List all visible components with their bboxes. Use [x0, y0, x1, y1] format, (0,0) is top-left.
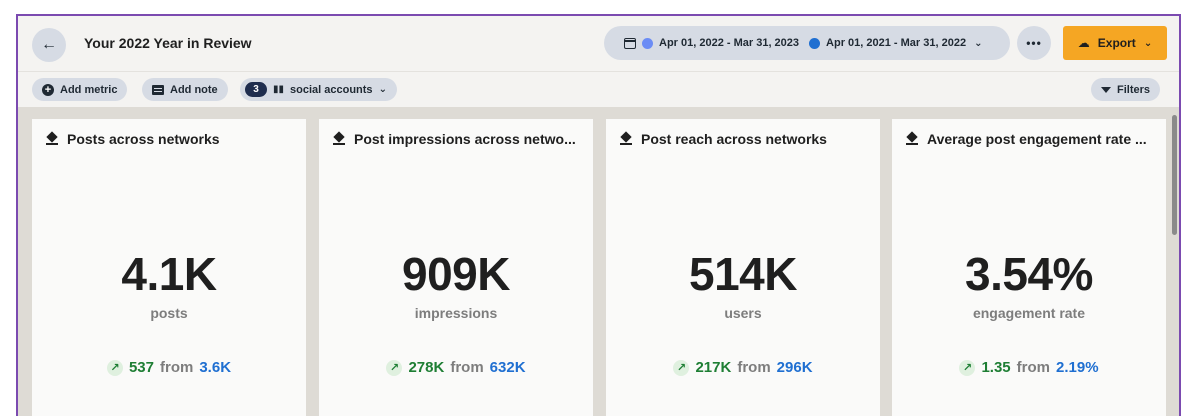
add-note-button[interactable]: Add note	[142, 78, 228, 101]
delta-from-label: from	[737, 359, 771, 376]
bar-chart-icon: ▮▮	[273, 84, 285, 95]
metric-value: 3.54%	[965, 248, 1093, 300]
previous-value: 296K	[776, 359, 813, 376]
delta-from-label: from	[450, 359, 484, 376]
comparison-date-range: Apr 01, 2021 - Mar 31, 2022	[826, 37, 967, 49]
filters-button[interactable]: Filters	[1091, 78, 1161, 101]
trend-up-icon: ↗	[386, 359, 403, 376]
social-accounts-label: social accounts	[290, 83, 373, 96]
metric-card-reach[interactable]: Post reach across networks 514K users ↗ …	[606, 119, 880, 416]
chevron-down-icon: ⌄	[974, 37, 983, 49]
layers-icon	[333, 133, 346, 146]
report-frame: ← Your 2022 Year in Review Apr 01, 2022 …	[16, 14, 1181, 416]
delta-from-label: from	[1016, 359, 1050, 376]
previous-value: 3.6K	[199, 359, 232, 376]
metric-delta: ↗ 537 from 3.6K	[32, 359, 306, 376]
metric-unit: impressions	[414, 305, 498, 321]
metric-card-posts[interactable]: Posts across networks 4.1K posts ↗ 537 f…	[32, 119, 306, 416]
metric-card-engagement[interactable]: Average post engagement rate ... 3.54% e…	[892, 119, 1166, 416]
comparison-range-dot	[809, 37, 821, 49]
account-count-badge: 3	[245, 82, 267, 97]
chevron-down-icon: ⌄	[378, 84, 387, 95]
layers-icon	[46, 133, 59, 146]
metric-unit: posts	[150, 305, 188, 321]
more-options-button[interactable]: •••	[1017, 26, 1051, 60]
export-button[interactable]: ☁ Export ⌄	[1063, 26, 1167, 60]
add-metric-label: Add metric	[60, 83, 118, 96]
back-button[interactable]: ←	[32, 28, 66, 62]
delta-value: 537	[128, 359, 154, 376]
trend-up-icon: ↗	[673, 359, 690, 376]
card-title: Average post engagement rate ...	[927, 131, 1147, 147]
metric-card-impressions[interactable]: Post impressions across netwo... 909K im…	[319, 119, 593, 416]
export-label: Export	[1097, 36, 1136, 50]
card-title: Post reach across networks	[641, 131, 827, 147]
primary-range-dot	[642, 37, 653, 49]
previous-value: 2.19%	[1056, 359, 1099, 376]
metric-unit: users	[724, 305, 762, 321]
chevron-down-icon: ⌄	[1143, 37, 1153, 49]
scrollbar-thumb[interactable]	[1172, 115, 1177, 235]
delta-value: 217K	[695, 359, 732, 376]
report-toolbar: + Add metric Add note 3 ▮▮ social accoun…	[18, 73, 1179, 107]
cloud-upload-icon: ☁	[1077, 36, 1090, 50]
trend-up-icon: ↗	[106, 359, 123, 376]
delta-value: 278K	[408, 359, 445, 376]
primary-date-range: Apr 01, 2022 - Mar 31, 2023	[659, 37, 800, 49]
trend-up-icon: ↗	[959, 359, 976, 376]
plus-circle-icon: +	[42, 83, 54, 96]
filters-label: Filters	[1117, 83, 1151, 96]
layers-icon	[620, 133, 633, 146]
card-title: Posts across networks	[67, 131, 220, 147]
metric-value: 909K	[402, 248, 510, 300]
calendar-icon	[624, 37, 636, 49]
metric-value: 4.1K	[121, 248, 217, 300]
report-header: ← Your 2022 Year in Review Apr 01, 2022 …	[18, 16, 1179, 72]
date-range-selector[interactable]: Apr 01, 2022 - Mar 31, 2023 Apr 01, 2021…	[604, 26, 1010, 60]
vertical-scrollbar[interactable]	[1169, 107, 1179, 416]
card-title: Post impressions across netwo...	[354, 131, 576, 147]
metric-value: 514K	[689, 248, 797, 300]
metric-delta: ↗ 278K from 632K	[319, 359, 593, 376]
metric-unit: engagement rate	[972, 305, 1086, 321]
add-metric-button[interactable]: + Add metric	[32, 78, 128, 101]
delta-from-label: from	[160, 359, 194, 376]
page-title: Your 2022 Year in Review	[84, 35, 252, 51]
layers-icon	[906, 133, 919, 146]
metric-delta: ↗ 1.35 from 2.19%	[892, 359, 1166, 376]
metrics-grid: Posts across networks 4.1K posts ↗ 537 f…	[18, 107, 1179, 416]
previous-value: 632K	[489, 359, 526, 376]
arrow-left-icon: ←	[41, 36, 57, 53]
delta-value: 1.35	[981, 359, 1011, 376]
note-icon	[152, 84, 164, 95]
filter-icon	[1101, 86, 1111, 93]
social-accounts-selector[interactable]: 3 ▮▮ social accounts ⌄	[240, 78, 397, 101]
metric-delta: ↗ 217K from 296K	[606, 359, 880, 376]
add-note-label: Add note	[170, 83, 218, 96]
ellipsis-icon: •••	[1026, 36, 1042, 50]
